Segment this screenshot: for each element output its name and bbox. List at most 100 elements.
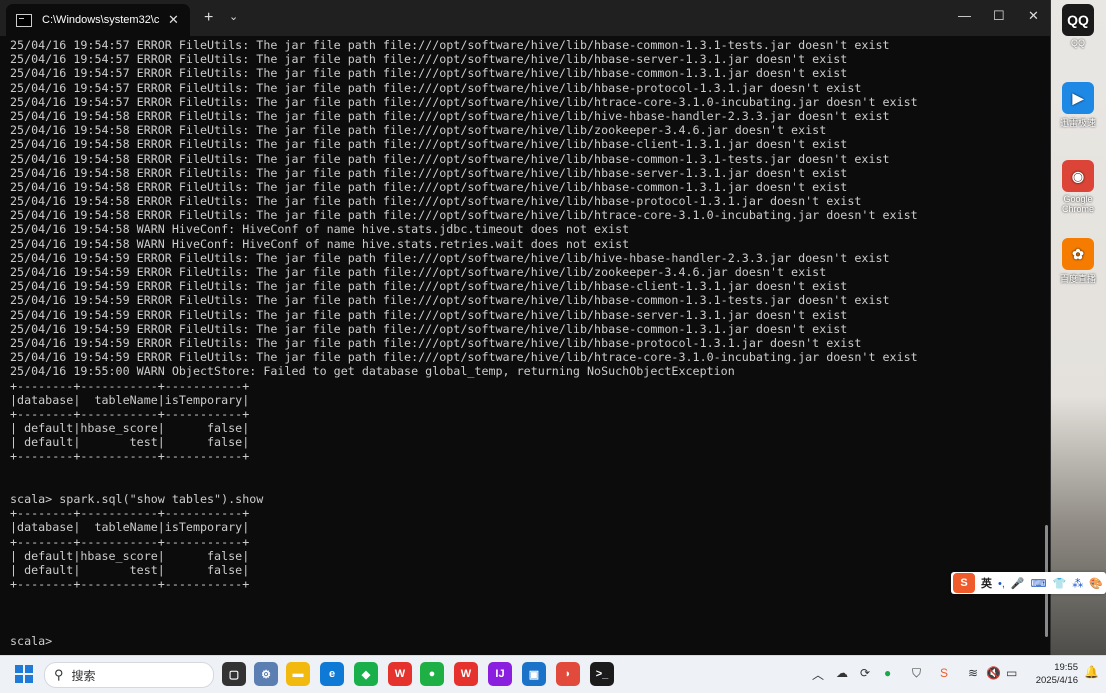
- start-button[interactable]: [12, 662, 36, 686]
- taskbar-app-app-red-icon[interactable]: ◗: [556, 662, 580, 686]
- battery-icon[interactable]: ▭: [1006, 666, 1017, 680]
- terminal-line: 25/04/16 19:54:59 ERROR FileUtils: The j…: [10, 265, 827, 279]
- taskbar-app-terminal-icon[interactable]: >_: [590, 662, 614, 686]
- sync-icon[interactable]: ⟳: [860, 666, 870, 680]
- desktop-icon-label: Google Chrome: [1061, 194, 1094, 214]
- desktop-icon[interactable]: ◉ Google Chrome: [1052, 160, 1104, 214]
- title-bar[interactable]: C:\Windows\system32\cmd.e ✕ + ⌄ — ☐ ✕: [0, 0, 1050, 36]
- clock-date: 2025/4/16: [1035, 675, 1078, 686]
- terminal-line: 25/04/16 19:54:59 ERROR FileUtils: The j…: [10, 350, 918, 365]
- desktop-icon[interactable]: ✿ 百度直播: [1052, 238, 1104, 285]
- terminal-output[interactable]: 25/04/16 19:54:57 ERROR FileUtils: The j…: [10, 38, 1040, 648]
- terminal-line: 25/04/16 19:54:59 ERROR FileUtils: The j…: [10, 279, 848, 294]
- ime-tool-icon[interactable]: ⁂: [1072, 578, 1083, 590]
- terminal-line: 25/04/16 19:54:57 ERROR FileUtils: The j…: [10, 52, 848, 67]
- maximize-button[interactable]: ☐: [993, 8, 1005, 24]
- cloud-icon[interactable]: ☁: [836, 666, 848, 680]
- search-icon: ⚲: [54, 667, 64, 682]
- terminal-line: 25/04/16 19:54:58 ERROR FileUtils: The j…: [10, 137, 848, 152]
- terminal-line: 25/04/16 19:54:57 ERROR FileUtils: The j…: [10, 38, 890, 52]
- tab-cmd[interactable]: C:\Windows\system32\cmd.e ✕: [6, 4, 190, 36]
- terminal-line: +--------+-----------+-----------+: [10, 534, 250, 549]
- system-clock[interactable]: 19:55 2025/4/16: [1028, 661, 1078, 687]
- terminal-line: 25/04/16 19:54:58 ERROR FileUtils: The j…: [10, 165, 848, 180]
- desktop-app-icon: ◉: [1062, 160, 1094, 192]
- terminal-line: 25/04/16 19:54:57 ERROR FileUtils: The j…: [10, 66, 848, 81]
- taskbar-search[interactable]: ⚲ 搜索: [44, 662, 214, 688]
- wifi-icon[interactable]: ≋: [968, 666, 978, 680]
- taskbar-app-wechat-work-icon[interactable]: ◆: [354, 662, 378, 686]
- desktop-app-icon: QQ: [1062, 4, 1094, 36]
- desktop-icon[interactable]: ▶ 迅雷极速: [1052, 82, 1104, 129]
- ime-tool-icon[interactable]: 🎤: [1011, 578, 1025, 590]
- terminal-line: | default|hbase_score| false|: [10, 548, 250, 563]
- task-view-button[interactable]: ▢: [222, 662, 246, 686]
- taskbar-app-wechat-icon[interactable]: ●: [420, 662, 444, 686]
- terminal-line: |database| tableName|isTemporary|: [10, 392, 250, 407]
- close-button[interactable]: ✕: [1028, 8, 1039, 24]
- ime-toolbar[interactable]: S 英 •, 🎤 ⌨ 👕 ⁂ 🎨: [951, 572, 1106, 594]
- tray-expand-icon[interactable]: ︿: [812, 666, 824, 683]
- tab-dropdown-button[interactable]: ⌄: [229, 10, 238, 23]
- new-tab-button[interactable]: +: [204, 9, 213, 27]
- search-placeholder: 搜索: [71, 668, 96, 683]
- minimize-button[interactable]: —: [958, 8, 971, 23]
- desktop-icon-label: 百度直播: [1059, 274, 1096, 284]
- vpn-icon[interactable]: ⛉: [912, 666, 921, 681]
- terminal-line: 25/04/16 19:54:57 ERROR FileUtils: The j…: [10, 80, 862, 95]
- terminal-line: 25/04/16 19:54:59 ERROR FileUtils: The j…: [10, 335, 862, 350]
- terminal-line: 25/04/16 19:54:59 ERROR FileUtils: The j…: [10, 307, 848, 322]
- terminal-line: 25/04/16 19:54:58 ERROR FileUtils: The j…: [10, 208, 918, 223]
- terminal-line: |database| tableName|isTemporary|: [10, 520, 250, 535]
- terminal-line: +--------+-----------+-----------+: [10, 577, 250, 592]
- terminal-line: +--------+-----------+-----------+: [10, 449, 250, 464]
- tab-close-icon[interactable]: ✕: [168, 12, 179, 28]
- ime-tool-icon[interactable]: ⌨: [1031, 578, 1047, 590]
- ime-lang-toggle[interactable]: 英: [981, 575, 992, 591]
- sogou-logo-icon[interactable]: S: [953, 573, 975, 593]
- desktop-icon[interactable]: QQ QQ: [1052, 4, 1104, 48]
- taskbar-app-wps-icon[interactable]: W: [388, 662, 412, 686]
- terminal-line: 25/04/16 19:54:58 WARN HiveConf: HiveCon…: [10, 222, 630, 237]
- terminal-line: scala> spark.sql("show tables").show: [10, 492, 264, 506]
- terminal-line: scala>: [10, 633, 60, 648]
- taskbar: ⚲ 搜索 ▢ ⚙ ▬ e ◆ W ● W IJ ▣ ◗ >_ ︿ ☁ ⟳ ● ⛉ S ≋ 🔇 ▭ …: [0, 655, 1106, 693]
- taskbar-app-file-explorer-icon[interactable]: ▬: [286, 662, 310, 686]
- terminal-line: +--------+-----------+-----------+: [10, 378, 250, 393]
- terminal-line: | default| test| false|: [10, 562, 250, 577]
- settings-gear-icon[interactable]: ⚙: [254, 662, 278, 686]
- terminal-line: 25/04/16 19:54:58 ERROR FileUtils: The j…: [10, 194, 862, 209]
- terminal-line: +--------+-----------+-----------+: [10, 506, 250, 521]
- terminal-line: 25/04/16 19:55:00 WARN ObjectStore: Fail…: [10, 364, 735, 379]
- terminal-line: 25/04/16 19:54:58 WARN HiveConf: HiveCon…: [10, 236, 630, 251]
- windows-logo-icon: [15, 665, 33, 683]
- notification-bell-icon[interactable]: 🔔: [1084, 665, 1099, 679]
- tab-title: C:\Windows\system32\cmd.e: [42, 14, 160, 26]
- taskbar-app-edge-icon[interactable]: e: [320, 662, 344, 686]
- terminal-line: 25/04/16 19:54:58 ERROR FileUtils: The j…: [10, 151, 890, 166]
- terminal-window[interactable]: C:\Windows\system32\cmd.e ✕ + ⌄ — ☐ ✕ 25…: [0, 0, 1051, 655]
- terminal-line: 25/04/16 19:54:59 ERROR FileUtils: The j…: [10, 321, 848, 336]
- terminal-line: 25/04/16 19:54:57 ERROR FileUtils: The j…: [10, 94, 918, 109]
- terminal-line: +--------+-----------+-----------+: [10, 406, 250, 421]
- wechat-tray-icon[interactable]: ●: [884, 666, 891, 680]
- ime-tool-icon[interactable]: 🎨: [1089, 578, 1103, 590]
- desktop-app-icon: ✿: [1062, 238, 1094, 270]
- ime-tray-icon[interactable]: S: [940, 666, 948, 680]
- terminal-line: | default| test| false|: [10, 435, 250, 450]
- terminal-line: 25/04/16 19:54:59 ERROR FileUtils: The j…: [10, 293, 890, 308]
- taskbar-app-virtualbox-icon[interactable]: ▣: [522, 662, 546, 686]
- terminal-line: 25/04/16 19:54:58 ERROR FileUtils: The j…: [10, 108, 890, 123]
- ime-tool-icon[interactable]: •,: [998, 578, 1005, 590]
- taskbar-app-wps-2-icon[interactable]: W: [454, 662, 478, 686]
- taskbar-app-intellij-icon[interactable]: IJ: [488, 662, 512, 686]
- terminal-line: 25/04/16 19:54:58 ERROR FileUtils: The j…: [10, 179, 848, 194]
- desktop-icon-label: 迅雷极速: [1059, 118, 1096, 128]
- terminal-line: 25/04/16 19:54:58 ERROR FileUtils: The j…: [10, 123, 827, 138]
- desktop-icon-label: QQ: [1070, 38, 1085, 48]
- ime-tool-icon[interactable]: 👕: [1053, 578, 1067, 590]
- volume-icon[interactable]: 🔇: [986, 666, 1001, 680]
